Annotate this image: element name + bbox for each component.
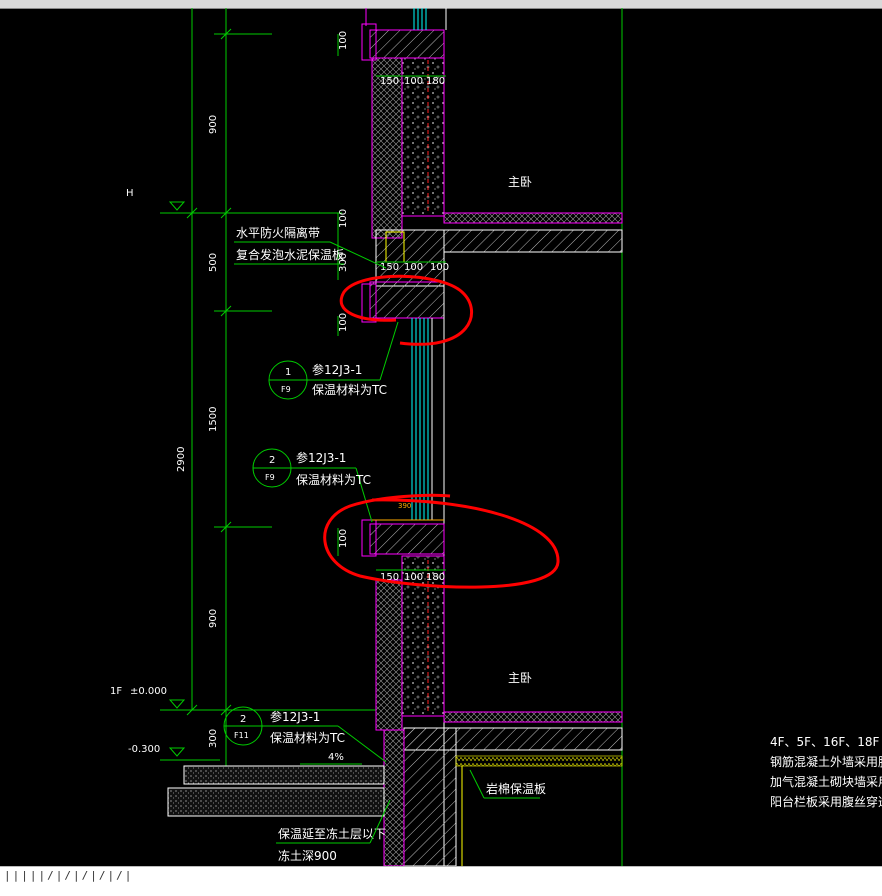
- label-foam-board: 复合发泡水泥保温板: [236, 247, 344, 262]
- callout-1-material: 保温材料为TC: [312, 383, 387, 397]
- dim-top-100: 100: [338, 31, 349, 50]
- callout-2-number: 2: [269, 455, 275, 466]
- dim-top-150: 150: [380, 76, 399, 87]
- dim-top-100b: 100: [404, 76, 423, 87]
- dim-mid-150: 150: [380, 262, 399, 273]
- label-rock-wool: 岩棉保温板: [486, 781, 546, 796]
- dim-total-2900: 2900: [176, 447, 187, 472]
- dim-mid-100-upper: 100: [338, 209, 349, 228]
- detail-callout-3: 2 F11 参12J3-1 保温材料为TC 4%: [223, 706, 387, 765]
- dim-left-1500: 1500: [208, 407, 219, 432]
- slope-label: 4%: [328, 752, 344, 763]
- callout-3-number: 2: [240, 714, 246, 725]
- callout-1-ref: 参12J3-1: [312, 362, 362, 377]
- callout-2-sheet: F9: [265, 473, 275, 482]
- note-line-3: 加气混凝土砌块墙采用腹: [770, 774, 882, 789]
- command-status-bar: |||||/|/|/|/|/|: [0, 866, 882, 896]
- label-extend-below-frost: 保温延至冻土层以下: [278, 826, 386, 841]
- callout-2-ref: 参12J3-1: [296, 450, 346, 465]
- detail-callout-1: 1 F9 参12J3-1 保温材料为TC: [268, 321, 399, 400]
- label-frost-depth: 冻土深900: [278, 848, 337, 863]
- dim-lower-100b: 100: [404, 572, 423, 583]
- dim-left-900-bottom: 900: [208, 609, 219, 628]
- room-label-lower: 主卧: [508, 671, 532, 685]
- dim-mid-100a: 100: [404, 262, 423, 273]
- dim-mid-100b: 100: [430, 262, 449, 273]
- dim-mid-100-lower: 100: [338, 313, 349, 332]
- detail-callout-2: 2 F9 参12J3-1 保温材料为TC: [252, 448, 373, 523]
- note-line-1: 4F、5F、16F、18F 选: [770, 735, 882, 749]
- dim-left-500: 500: [208, 253, 219, 272]
- dim-lower-180: 180: [426, 572, 445, 583]
- callout-3-sheet: F11: [234, 731, 249, 740]
- callout-rock-wool: 岩棉保温板: [469, 769, 546, 799]
- dim-top-180: 180: [426, 76, 445, 87]
- callout-1-number: 1: [285, 367, 291, 378]
- callout-3-material: 保温材料为TC: [270, 731, 345, 745]
- callout-2-material: 保温材料为TC: [296, 473, 371, 487]
- notes-block: 4F、5F、16F、18F 选 钢筋混凝土外墙采用腹丝 加气混凝土砌块墙采用腹 …: [770, 735, 882, 809]
- level-markers: [168, 201, 186, 757]
- level-ground-value: -0.300: [128, 744, 160, 755]
- level-1f-value: ±0.000: [130, 686, 167, 697]
- note-line-2: 钢筋混凝土外墙采用腹丝: [770, 754, 882, 769]
- callout-fire-barrier: 水平防火隔离带 复合发泡水泥保温板: [234, 225, 387, 269]
- dim-left-300: 300: [208, 729, 219, 748]
- dim-left-900-top: 900: [208, 115, 219, 134]
- note-line-4: 阳台栏板采用腹丝穿透型: [770, 794, 882, 809]
- dim-lower-100: 100: [338, 529, 349, 548]
- level-h-label: H: [126, 188, 134, 199]
- label-fire-barrier: 水平防火隔离带: [236, 225, 320, 240]
- dim-lower-390: 390: [398, 502, 411, 510]
- level-1f-label: 1F: [110, 686, 122, 697]
- callout-1-sheet: F9: [281, 385, 291, 394]
- command-line-text: |||||/|/|/|/|/|: [4, 869, 134, 882]
- callout-3-ref: 参12J3-1: [270, 709, 320, 724]
- room-label-upper: 主卧: [508, 175, 532, 189]
- cad-drawing[interactable]: 900 500 1500 900 300 2900 H 1F ±0.000 -0…: [0, 0, 882, 866]
